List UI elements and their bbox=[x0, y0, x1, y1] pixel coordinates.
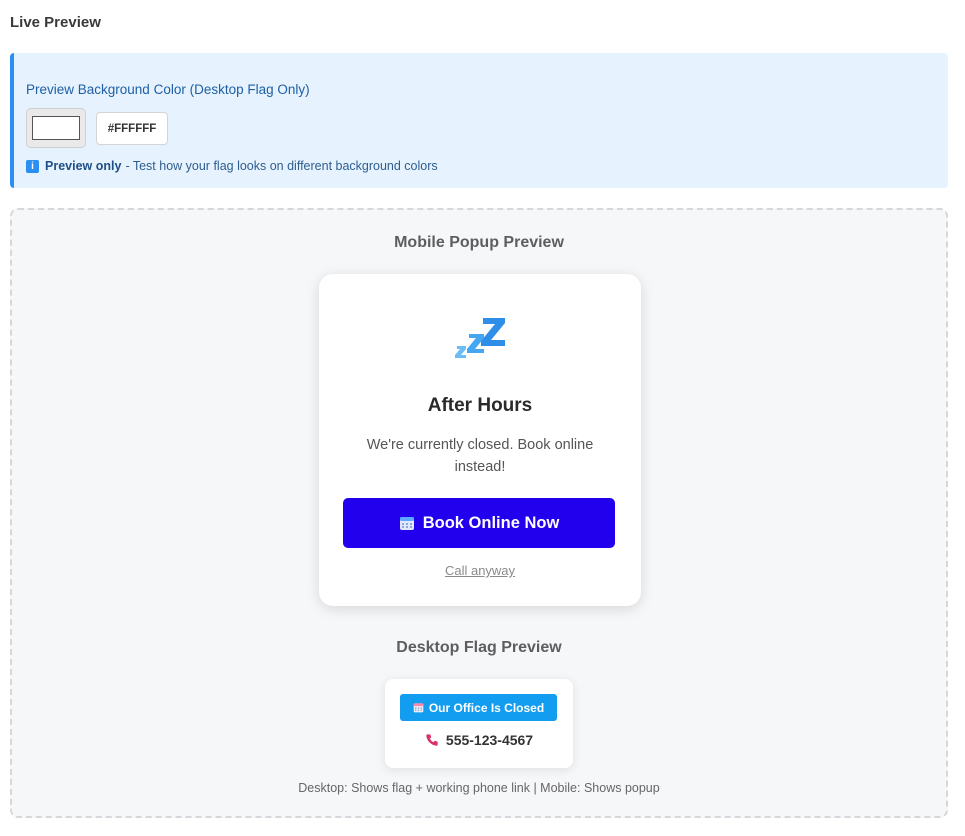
background-color-panel: Preview Background Color (Desktop Flag O… bbox=[10, 53, 948, 188]
phone-link[interactable]: 555-123-4567 bbox=[385, 732, 573, 748]
preview-note-bold: Preview only bbox=[45, 159, 122, 173]
popup-title: After Hours bbox=[427, 395, 533, 416]
call-anyway-link[interactable]: Call anyway bbox=[319, 563, 641, 578]
footer-note: Desktop: Shows flag + working phone link… bbox=[298, 781, 660, 795]
background-color-label: Preview Background Color (Desktop Flag O… bbox=[26, 82, 310, 97]
popup-message: We're currently closed. Book online inst… bbox=[366, 437, 594, 475]
zzz-sleep-icon bbox=[455, 318, 505, 358]
book-online-button[interactable]: Book Online Now bbox=[343, 498, 615, 548]
mobile-popup: After Hours We're currently closed. Book… bbox=[319, 274, 641, 606]
office-closed-label: Our Office Is Closed bbox=[428, 700, 545, 715]
color-picker[interactable] bbox=[26, 108, 86, 148]
desktop-preview-title: Desktop Flag Preview bbox=[396, 639, 562, 656]
color-swatch[interactable] bbox=[32, 116, 80, 140]
hex-color-input[interactable] bbox=[96, 112, 168, 145]
desktop-flag: Our Office Is Closed 555-123-4567 bbox=[385, 679, 573, 768]
book-online-label: Book Online Now bbox=[422, 513, 560, 532]
phone-number: 555-123-4567 bbox=[445, 732, 534, 748]
calendar-icon bbox=[413, 703, 424, 713]
preview-area: Mobile Popup Preview After Hours We're c… bbox=[10, 208, 948, 818]
preview-note: i Preview only - Test how your flag look… bbox=[26, 159, 438, 173]
office-closed-button[interactable]: Our Office Is Closed bbox=[400, 694, 557, 721]
info-icon: i bbox=[26, 159, 39, 173]
calendar-icon bbox=[399, 517, 414, 530]
preview-note-text: - Test how your flag looks on different … bbox=[125, 159, 438, 173]
phone-icon bbox=[426, 734, 438, 746]
mobile-preview-title: Mobile Popup Preview bbox=[394, 234, 564, 251]
page-title: Live Preview bbox=[10, 14, 101, 31]
